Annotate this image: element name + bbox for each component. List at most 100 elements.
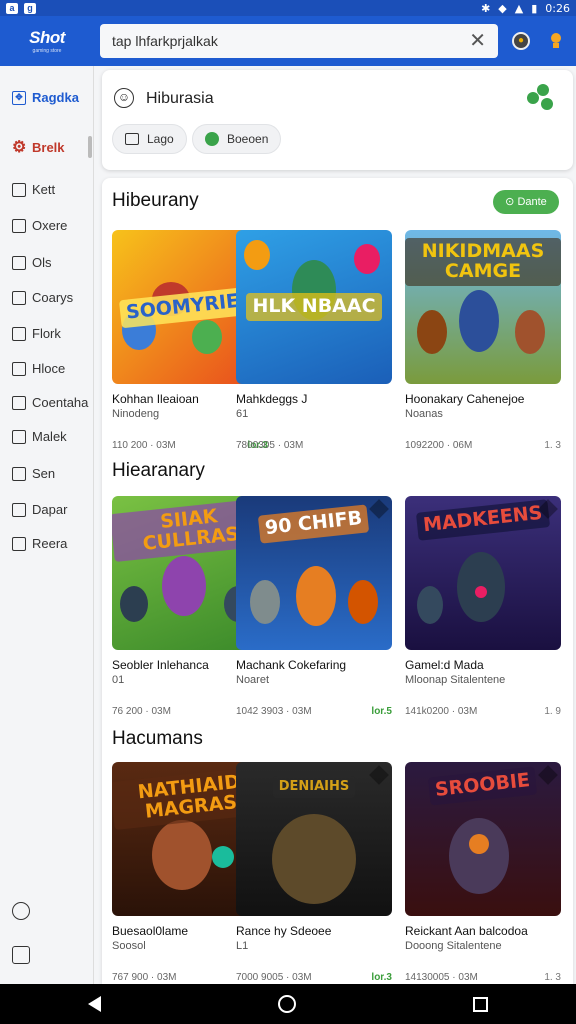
clover-icon[interactable] xyxy=(527,84,561,112)
game-thumbnail[interactable]: 90 CHIFB xyxy=(236,496,392,650)
game-card[interactable]: DENIAIHS Rance hy Sdeoee L1 7000 9005 · … xyxy=(236,762,392,983)
active-indicator xyxy=(88,136,92,158)
sidebar-item-ols[interactable]: Ols xyxy=(12,255,52,270)
sidebar: ✥ Ragdka ⚙ Brelk Kett Oxere Ols Coarys F… xyxy=(0,66,94,984)
home-icon[interactable] xyxy=(277,995,296,1013)
game-card[interactable]: HLK NBAAC Mahkdeggs J 61 7800305 · 03M xyxy=(236,230,392,451)
game-developer: Noaret xyxy=(236,674,270,686)
sidebar-item-oxere[interactable]: Oxere xyxy=(12,218,67,233)
chart-icon xyxy=(12,536,26,551)
lightbulb-icon[interactable] xyxy=(550,33,562,49)
game-card[interactable]: MADKEENS Gamel:d Mada Mloonap Sitalenten… xyxy=(405,496,561,717)
sidebar-item-hloce[interactable]: Hloce xyxy=(12,361,65,376)
notification-icon: g xyxy=(24,2,36,14)
recent-apps-icon[interactable] xyxy=(472,996,488,1012)
app-logo[interactable]: Shot gaming store xyxy=(0,16,94,66)
chip-boeoen[interactable]: Boeoen xyxy=(192,124,282,154)
close-icon[interactable]: ✕ xyxy=(469,31,486,51)
game-title: Mahkdeggs J xyxy=(236,392,308,406)
sidebar-item-label: Oxere xyxy=(32,218,68,233)
game-developer: L1 xyxy=(236,940,249,952)
sidebar-item-brelk[interactable]: ⚙ Brelk xyxy=(12,138,65,156)
inbox-icon xyxy=(12,429,26,444)
sidebar-item-reera[interactable]: Reera xyxy=(12,536,67,551)
game-developer: Noanas xyxy=(405,408,443,420)
library-icon xyxy=(12,218,26,233)
sidebar-item-label: Coentaha xyxy=(32,395,89,410)
game-size: 7000 9005 · 03M xyxy=(236,972,312,983)
signal-icon: ▲ xyxy=(514,1,524,15)
sidebar-item-malek[interactable]: Malek xyxy=(12,429,67,444)
search-bar[interactable]: ✕ xyxy=(100,24,498,58)
game-thumbnail[interactable]: DENIAIHS xyxy=(236,762,392,916)
bluetooth-icon: ✱ xyxy=(481,1,491,15)
game-card[interactable]: SROOBIE Reickant Aan balcodoa Dooong Sit… xyxy=(405,762,561,983)
sidebar-item-label: Flork xyxy=(32,326,61,341)
sidebar-item-coentaha[interactable]: Coentaha xyxy=(12,395,88,410)
sidebar-item-coarys[interactable]: Coarys xyxy=(12,290,73,305)
game-developer: Mloonap Sitalentene xyxy=(405,674,506,686)
check-box-icon xyxy=(12,502,26,517)
hub-card: ☺ Hiburasia Lago Boeoen xyxy=(102,70,573,170)
settings-gear-icon: ⚙ xyxy=(12,138,27,156)
game-size: 76 200 · 03M xyxy=(112,706,171,717)
game-thumbnail[interactable]: NIKIDMAAS CAMGE xyxy=(405,230,561,384)
gallery-icon xyxy=(12,290,26,305)
game-art-title: 90 CHIFB xyxy=(258,504,370,544)
section-action-button[interactable]: ⊙ Dante xyxy=(493,190,559,214)
back-icon[interactable] xyxy=(88,996,102,1012)
game-art-title: DENIAIHS xyxy=(272,776,356,798)
game-developer: Dooong Sitalentene xyxy=(405,940,502,952)
game-size: 141k0200 · 03M xyxy=(405,706,478,717)
battery-icon: ▮ xyxy=(531,1,538,15)
lock-icon xyxy=(12,466,26,481)
sidebar-item-label: Coarys xyxy=(32,290,74,305)
document-icon xyxy=(12,182,26,197)
section-title: Hiearanary xyxy=(112,460,205,481)
game-size: 7800305 · 03M xyxy=(236,440,304,451)
game-thumbnail[interactable]: HLK NBAAC xyxy=(236,230,392,384)
section-title: Hacumans xyxy=(112,728,203,749)
sidebar-item-label: Sen xyxy=(32,466,56,481)
game-title: Hoonakary Cahenejoe xyxy=(405,392,525,406)
sidebar-item-kett[interactable]: Kett xyxy=(12,182,55,197)
power-icon[interactable] xyxy=(12,902,30,920)
notification-icon: a xyxy=(6,2,18,14)
sidebar-item-label: Ols xyxy=(32,255,52,270)
sidebar-item-label: Hloce xyxy=(32,361,66,376)
bookmark-icon[interactable] xyxy=(369,499,389,519)
bookmark-icon[interactable] xyxy=(538,765,558,785)
library-panel: Hibeurany ⊙ Dante SOOMYRIEK Kohhan Ileai… xyxy=(102,178,573,984)
game-size: 1092200 · 06M xyxy=(405,440,473,451)
chip-label: Lago xyxy=(147,132,174,146)
logout-icon[interactable] xyxy=(12,946,30,964)
leaf-icon xyxy=(205,132,219,146)
game-card[interactable]: NIKIDMAAS CAMGE Hoonakary Cahenejoe Noan… xyxy=(405,230,561,451)
map-icon xyxy=(12,361,26,376)
clock: 0:26 xyxy=(545,1,570,15)
sidebar-item-dapar[interactable]: Dapar xyxy=(12,502,67,517)
game-size: 14130005 · 03M xyxy=(405,972,478,983)
sidebar-item-label: Brelk xyxy=(32,140,65,155)
bookmark-icon[interactable] xyxy=(369,765,389,785)
smile-icon: ☺ xyxy=(114,88,134,108)
chip-lago[interactable]: Lago xyxy=(112,124,187,154)
game-developer: 61 xyxy=(236,408,249,420)
search-input[interactable] xyxy=(112,33,470,49)
section-title: Hibeurany xyxy=(112,190,199,211)
sidebar-item-flork[interactable]: Flork xyxy=(12,326,61,341)
sidebar-item-label: Dapar xyxy=(32,502,68,517)
game-version: 1. 3 xyxy=(544,440,561,451)
game-title: Machank Cokefaring xyxy=(236,658,347,672)
bag-icon xyxy=(125,133,139,145)
game-version: 1. 9 xyxy=(544,706,561,717)
game-card[interactable]: 90 CHIFB Machank Cokefaring Noaret 1042 … xyxy=(236,496,392,717)
coin-icon[interactable]: ● xyxy=(512,32,530,50)
calendar-icon xyxy=(12,395,26,410)
game-thumbnail[interactable]: SROOBIE xyxy=(405,762,561,916)
sidebar-item-ragdka[interactable]: ✥ Ragdka xyxy=(12,90,79,105)
game-thumbnail[interactable]: MADKEENS xyxy=(405,496,561,650)
app-header: Shot gaming store ✕ ● xyxy=(0,16,576,66)
puzzle-icon: ✥ xyxy=(12,90,26,105)
sidebar-item-sen[interactable]: Sen xyxy=(12,466,55,481)
